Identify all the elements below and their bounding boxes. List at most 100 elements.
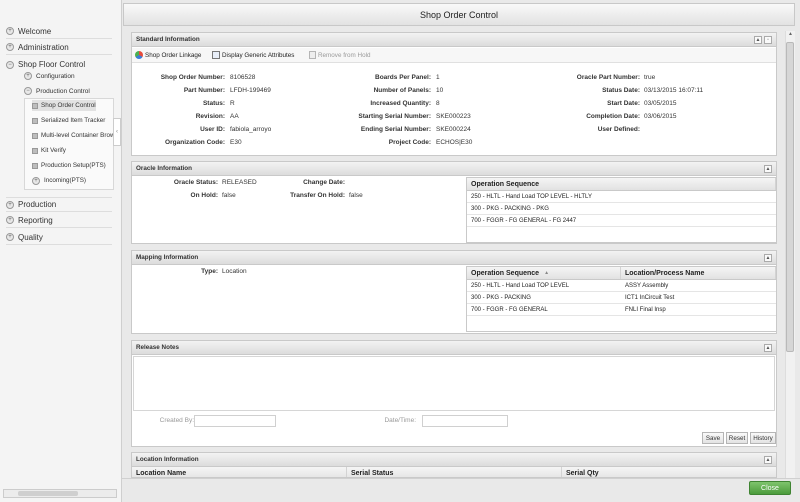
sidebar-item-configuration[interactable]: + Configuration [24, 72, 75, 80]
hold-icon [309, 51, 316, 59]
table-row[interactable]: 300 - PKG - PACKING ICT1 InCircuit Test [467, 292, 776, 304]
start-date-label: Start Date: [607, 100, 640, 107]
tree-item-kit-verify[interactable]: Kit Verify [32, 145, 66, 156]
part-number-value: LFDH-199469 [230, 87, 271, 94]
scroll-up-icon[interactable]: ▲ [786, 31, 795, 40]
cell: FNLI Final Insp [625, 306, 666, 313]
collapse-icon[interactable]: ▲ [764, 456, 772, 464]
column-header-operation-sequence[interactable]: Operation Sequence ▲ [467, 267, 621, 279]
table-row[interactable]: 250 - HLTL - Hand Load TOP LEVEL - HLTLY [467, 191, 776, 203]
boards-per-panel-label: Boards Per Panel: [375, 74, 431, 81]
sidebar-hscroll-thumb[interactable] [18, 491, 78, 496]
created-by-field[interactable] [194, 415, 276, 427]
button-label: Remove from Hold [318, 51, 371, 59]
collapse-icon[interactable]: ▲ [754, 36, 762, 44]
column-header-location-name[interactable]: Location Name [132, 467, 347, 477]
reset-button[interactable]: Reset [726, 432, 748, 444]
display-generic-attributes-button[interactable]: Display Generic Attributes [212, 51, 294, 59]
created-by-label: Created By: [159, 417, 194, 424]
page-icon [32, 147, 38, 154]
sidebar-item-welcome[interactable]: + Welcome [6, 24, 112, 39]
status-label: Status: [202, 100, 225, 107]
history-button[interactable]: History [750, 432, 776, 444]
expand-icon: + [6, 43, 14, 51]
ending-serial-number-value: SKE000224 [436, 126, 471, 133]
project-code-value: ECHOS|E30 [436, 139, 473, 146]
sidebar-item-production-control[interactable]: − Production Control [24, 87, 90, 95]
location-information-panel: Location Information ▲ Location Name Ser… [131, 452, 777, 478]
expand-icon: + [6, 200, 14, 209]
column-label: Operation Sequence [471, 269, 540, 277]
table-row[interactable]: 700 - FGGR - FG GENERAL FNLI Final Insp [467, 304, 776, 316]
table-row[interactable]: 300 - PKG - PACKING - PKG [467, 203, 776, 215]
panel-header: Oracle Information ▲ [132, 162, 776, 176]
expand-icon: + [6, 27, 14, 35]
increased-quantity-value: 8 [436, 100, 440, 107]
panel-header: Mapping Information ▲ [132, 251, 776, 265]
column-header-serial-qty[interactable]: Serial Qty [562, 467, 776, 477]
increased-quantity-label: Increased Quantity: [370, 100, 431, 107]
sidebar-item-shop-floor-control[interactable]: − Shop Floor Control [6, 57, 112, 72]
table-row[interactable]: 700 - FGGR - FG GENERAL - FG 2447 [467, 215, 776, 227]
tree-item-serialized-item-tracker[interactable]: Serialized Item Tracker [32, 115, 105, 126]
sidebar-item-production[interactable]: + Production [6, 197, 112, 212]
column-header-location-process[interactable]: Location/Process Name [621, 267, 776, 279]
sort-arrow-icon: ▲ [544, 270, 550, 276]
sidebar-hscrollbar[interactable] [3, 489, 117, 498]
sidebar-item-reporting[interactable]: + Reporting [6, 213, 112, 228]
tree-item-label: Serialized Item Tracker [41, 117, 106, 124]
main-vscroll-thumb[interactable] [786, 42, 794, 352]
collapse-icon[interactable]: ▲ [764, 254, 772, 262]
expand-icon: + [24, 72, 32, 80]
organization-code-value: E30 [230, 139, 242, 146]
shop-order-linkage-button[interactable]: Shop Order Linkage [135, 51, 201, 59]
tree-item-shop-order-control[interactable]: Shop Order Control [32, 100, 96, 111]
panel-title: Location Information [136, 456, 199, 463]
table-row[interactable]: 250 - HLTL - Hand Load TOP LEVEL ASSY As… [467, 280, 776, 292]
maximize-icon[interactable]: ▫ [764, 36, 772, 44]
sidebar-item-label: Welcome [18, 26, 52, 36]
column-header-operation-sequence[interactable]: Operation Sequence [467, 178, 776, 190]
project-code-label: Project Code: [388, 139, 431, 146]
grid-header: Operation Sequence ▲ Location/Process Na… [467, 267, 776, 280]
date-time-field[interactable] [422, 415, 508, 427]
collapse-icon[interactable]: ▲ [764, 165, 772, 173]
status-date-label: Status Date: [602, 87, 640, 94]
close-button[interactable]: Close [749, 481, 791, 495]
collapse-sidebar-handle[interactable]: ‹ [113, 118, 121, 146]
save-button[interactable]: Save [702, 432, 724, 444]
button-label: Display Generic Attributes [222, 51, 295, 59]
expand-icon: + [32, 176, 40, 185]
user-id-label: User ID: [200, 126, 225, 133]
panel-title: Oracle Information [136, 165, 192, 172]
sidebar-item-quality[interactable]: + Quality [6, 230, 112, 245]
standard-information-panel: Standard Information ▲ ▫ Shop Order Link… [131, 32, 777, 156]
panel-header: Location Information ▲ [132, 453, 776, 467]
sidebar-item-administration[interactable]: + Administration [6, 40, 112, 55]
oracle-information-panel: Oracle Information ▲ Oracle Status: RELE… [131, 161, 777, 244]
release-notes-textarea[interactable] [133, 356, 775, 411]
oracle-status-value: RELEASED [222, 179, 257, 186]
oracle-part-number-value: true [644, 74, 656, 81]
mapping-information-panel: Mapping Information ▲ Type: Location Ope… [131, 250, 777, 334]
tree-item-production-setup[interactable]: Production Setup(PTS) [32, 160, 106, 171]
panel-header: Standard Information ▲ ▫ [132, 33, 776, 47]
on-hold-value: false [222, 192, 236, 199]
part-number-label: Part Number: [183, 87, 225, 94]
remove-from-hold-button[interactable]: Remove from Hold [309, 51, 371, 59]
completion-date-label: Completion Date: [586, 113, 640, 120]
tree-item-multi-level-container[interactable]: Multi-level Container Brow [32, 130, 113, 141]
button-label: Shop Order Linkage [145, 51, 202, 59]
column-header-serial-status[interactable]: Serial Status [347, 467, 562, 477]
status-value: R [230, 100, 235, 107]
panel-title: Release Notes [136, 344, 180, 351]
revision-value: AA [230, 113, 239, 120]
sidebar-item-label: Production Control [36, 87, 90, 95]
cell: 300 - PKG - PACKING [471, 294, 531, 301]
shop-order-number-value: 8106528 [230, 74, 256, 81]
collapse-icon: − [24, 87, 32, 95]
tree-item-incoming[interactable]: + Incoming(PTS) [32, 175, 86, 186]
operation-sequence-grid: Operation Sequence 250 - HLTL - Hand Loa… [466, 177, 777, 243]
collapse-icon[interactable]: ▲ [764, 344, 772, 352]
page-icon [32, 102, 38, 109]
